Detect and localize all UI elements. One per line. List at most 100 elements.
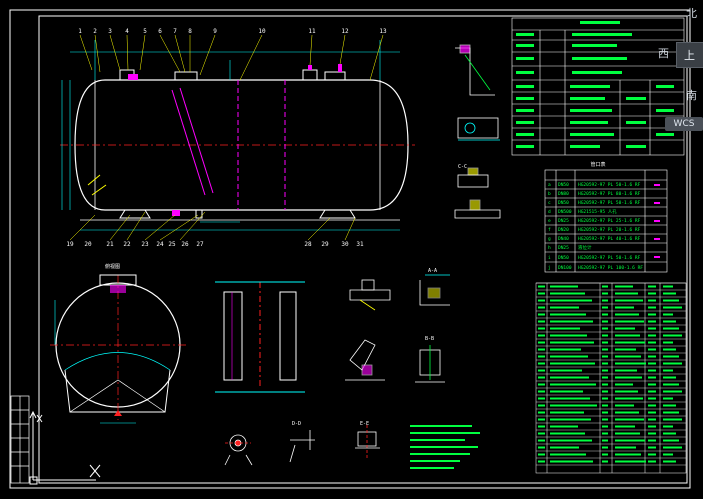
parts-list-table — [535, 282, 687, 474]
bom-cell-text — [550, 390, 583, 393]
viewcube-top-label: 上 — [684, 49, 695, 62]
bom-cell-text — [615, 334, 640, 337]
cad-drawing-canvas[interactable]: 1 2 3 4 5 6 7 8 9 10 11 12 13 19 20 21 2… — [0, 0, 703, 499]
wcs-menu-button[interactable]: WCS — [665, 117, 703, 131]
bom-cell-text — [615, 313, 639, 316]
bom-cell-text — [615, 404, 634, 407]
callout-3: 3 — [108, 28, 112, 35]
bom-cell-text — [663, 285, 673, 288]
callout-25: 25 — [168, 241, 176, 248]
bom-cell-text — [550, 341, 594, 344]
nozzle-row-i-size: DN50 — [558, 255, 569, 261]
bom-cell-text — [602, 355, 608, 358]
bom-cell-text — [550, 376, 589, 379]
bom-cell-text — [648, 453, 656, 456]
bom-cell-text — [648, 285, 656, 288]
bom-cell-text — [602, 432, 608, 435]
bom-cell-text — [602, 460, 608, 463]
callout-5: 5 — [143, 28, 147, 35]
bom-cell-text — [602, 425, 608, 428]
bom-cell-text — [538, 397, 545, 400]
bom-cell-text — [538, 439, 545, 442]
bom-cell-text — [663, 313, 673, 316]
bom-cell-text — [663, 362, 682, 365]
nozzle-row-f-std: HG20592-97 PL 20-1.6 RF — [578, 227, 641, 233]
bom-cell-text — [663, 348, 676, 351]
bom-cell-text — [663, 460, 676, 463]
section-label-c: C-C — [458, 164, 467, 170]
bom-cell-text — [615, 320, 644, 323]
bom-cell-text — [663, 355, 679, 358]
bom-cell-text — [648, 292, 656, 295]
callout-11: 11 — [308, 28, 316, 35]
bom-cell-text — [615, 348, 636, 351]
nozzle-row-a-std: HG20592-97 PL 50-1.6 RF — [578, 182, 641, 188]
bom-cell-text — [648, 425, 656, 428]
bom-cell-text — [602, 383, 608, 386]
bom-cell-text — [602, 453, 608, 456]
callout-29: 29 — [321, 241, 329, 248]
bom-cell-text — [538, 411, 545, 414]
bom-cell-text — [602, 446, 608, 449]
callout-9: 9 — [213, 28, 217, 35]
bom-cell-text — [538, 299, 545, 302]
bom-cell-text — [663, 446, 682, 449]
bom-cell-text — [602, 376, 608, 379]
bottom-details — [224, 425, 380, 466]
bom-cell-text — [602, 292, 608, 295]
bom-cell-text — [538, 362, 545, 365]
bom-cell-text — [538, 390, 545, 393]
bom-cell-text — [538, 418, 545, 421]
bom-cell-text — [550, 355, 588, 358]
nozzle-table-title: 管口表 — [590, 161, 605, 168]
bom-cell-text — [663, 306, 682, 309]
nozzle-row-g-mark: g — [548, 237, 551, 242]
bom-cell-text — [663, 327, 679, 330]
bom-cell-text — [550, 446, 579, 449]
nozzle-row-d-mark: d — [548, 209, 551, 215]
callout-24: 24 — [156, 241, 164, 248]
parts-list-rows — [536, 282, 686, 466]
callout-12: 12 — [341, 28, 349, 35]
bom-cell-text — [648, 439, 656, 442]
viewcube-north-label[interactable]: 北 — [686, 5, 697, 21]
callout-28: 28 — [304, 241, 312, 248]
bom-cell-text — [550, 285, 578, 288]
bom-cell-text — [648, 404, 656, 407]
nozzle-row-d-size: DN500 — [558, 209, 572, 215]
bom-cell-text — [615, 383, 633, 386]
viewcube-west-label[interactable]: 西 — [658, 45, 669, 61]
bom-cell-text — [648, 362, 656, 365]
bom-cell-text — [615, 285, 633, 288]
bom-cell-text — [615, 432, 640, 435]
bom-cell-text — [550, 299, 592, 302]
nozzle-row-i-mark: i — [548, 255, 551, 261]
nozzle-row-e-std: HG20592-97 PL 25-1.6 RF — [578, 218, 641, 224]
bom-cell-text — [538, 383, 545, 386]
nozzle-row-e-size: DN25 — [558, 218, 569, 224]
bom-cell-text — [550, 327, 580, 330]
bom-cell-text — [602, 411, 608, 414]
bom-cell-text — [550, 460, 593, 463]
callout-4: 4 — [125, 28, 129, 35]
bom-cell-text — [615, 306, 634, 309]
bom-cell-text — [602, 285, 608, 288]
bom-cell-text — [648, 432, 656, 435]
bom-cell-text — [615, 327, 635, 330]
bom-cell-text — [550, 306, 579, 309]
callout-23: 23 — [141, 241, 149, 248]
ucs-icon — [29, 410, 101, 485]
bom-cell-text — [602, 306, 608, 309]
bom-cell-text — [615, 292, 638, 295]
bom-cell-text — [538, 292, 545, 295]
tank-end-view: 俯视图 — [50, 263, 186, 420]
viewcube-face[interactable]: 上 — [676, 42, 703, 68]
bom-cell-text — [550, 411, 584, 414]
viewcube-south-label[interactable]: 南 — [686, 87, 697, 103]
nozzle-row-c-std: HG20592-97 PL 50-1.6 RF — [578, 200, 641, 206]
bom-cell-text — [648, 334, 656, 337]
bom-cell-text — [538, 334, 545, 337]
callout-2: 2 — [93, 28, 97, 35]
nozzle-row-d-std: HG21515-95 人孔 — [578, 208, 617, 215]
section-label-a: A-A — [428, 268, 437, 274]
